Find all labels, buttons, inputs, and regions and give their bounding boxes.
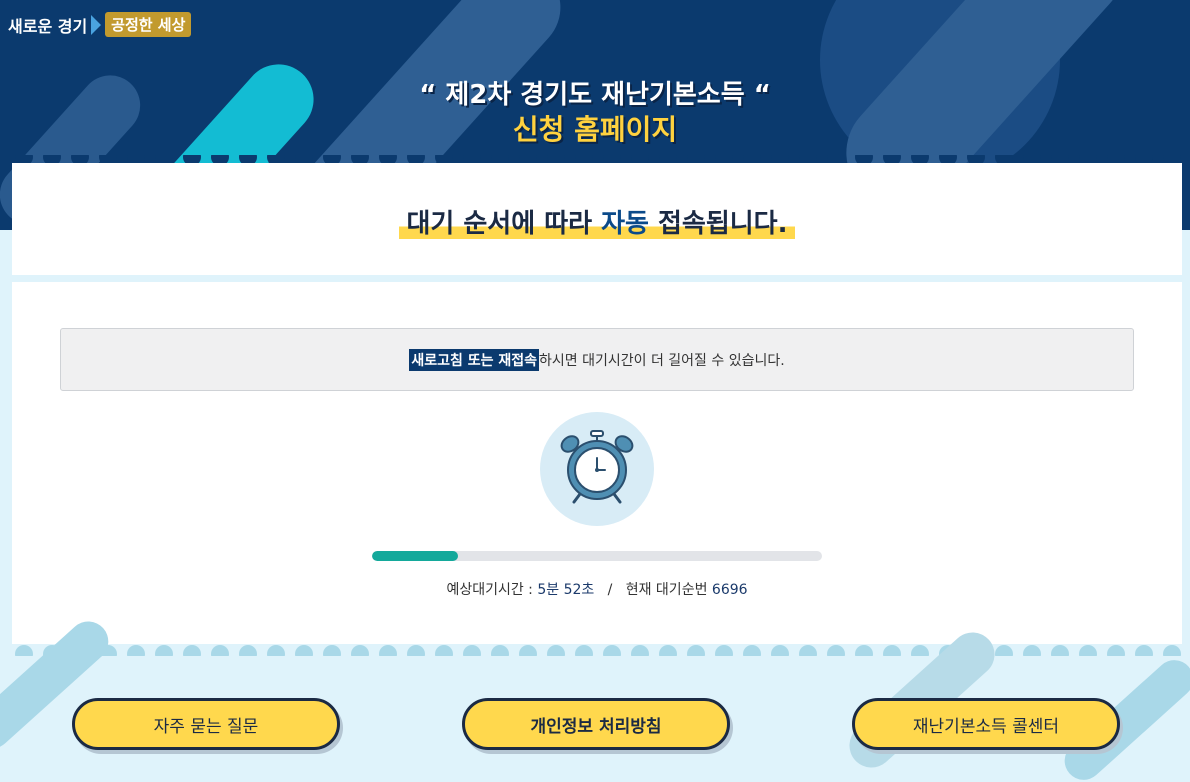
- wait-time-label: 예상대기시간 :: [446, 582, 538, 598]
- callcenter-button[interactable]: 재난기본소득 콜센터: [852, 698, 1120, 750]
- notice-text: 하시면 대기시간이 더 길어질 수 있습니다.: [539, 352, 785, 369]
- wait-time-value: 5분 52초: [537, 582, 595, 598]
- faq-button[interactable]: 자주 묻는 질문: [72, 698, 340, 750]
- logo-text-new-gyeonggi: 새로운 경기: [8, 16, 88, 36]
- heading-text-1: 대기 순서에 따라: [406, 209, 602, 239]
- page-title: “ 제2차 경기도 재난기본소득 “: [419, 80, 771, 110]
- privacy-policy-button[interactable]: 개인정보 처리방침: [462, 698, 730, 750]
- logo-arrow-icon: [91, 14, 102, 35]
- wait-status: 예상대기시간 : 5분 52초 / 현재 대기순번 6696: [12, 579, 1182, 599]
- queue-progress-bar: [372, 551, 822, 561]
- auto-connect-banner: 대기 순서에 따라 자동 접속됩니다.: [12, 163, 1182, 275]
- page-subtitle: 신청 홈페이지: [512, 113, 678, 146]
- waiting-panel: 새로고침 또는 재접속 하시면 대기시간이 더 길어질 수 있습니다. 예상대기…: [12, 282, 1182, 642]
- queue-order-value: 6696: [711, 582, 748, 598]
- banner-heading: 대기 순서에 따라 자동 접속됩니다.: [12, 203, 1182, 240]
- gyeonggi-logo[interactable]: 새로운 경기 공정한 세상: [8, 12, 192, 37]
- logo-text-fair-world: 공정한 세상: [105, 12, 192, 37]
- notice-highlight: 새로고침 또는 재접속: [409, 348, 539, 371]
- alarm-clock-icon: [540, 412, 654, 526]
- scallop-edge-bottom: [12, 636, 1182, 656]
- queue-progress-fill: [372, 551, 458, 561]
- queue-order-label: 현재 대기순번: [625, 582, 712, 598]
- wait-separator: /: [594, 582, 626, 598]
- heading-highlight: 자동: [601, 209, 649, 239]
- refresh-warning-notice: 새로고침 또는 재접속 하시면 대기시간이 더 길어질 수 있습니다.: [60, 328, 1134, 391]
- heading-text-2: 접속됩니다.: [648, 209, 788, 239]
